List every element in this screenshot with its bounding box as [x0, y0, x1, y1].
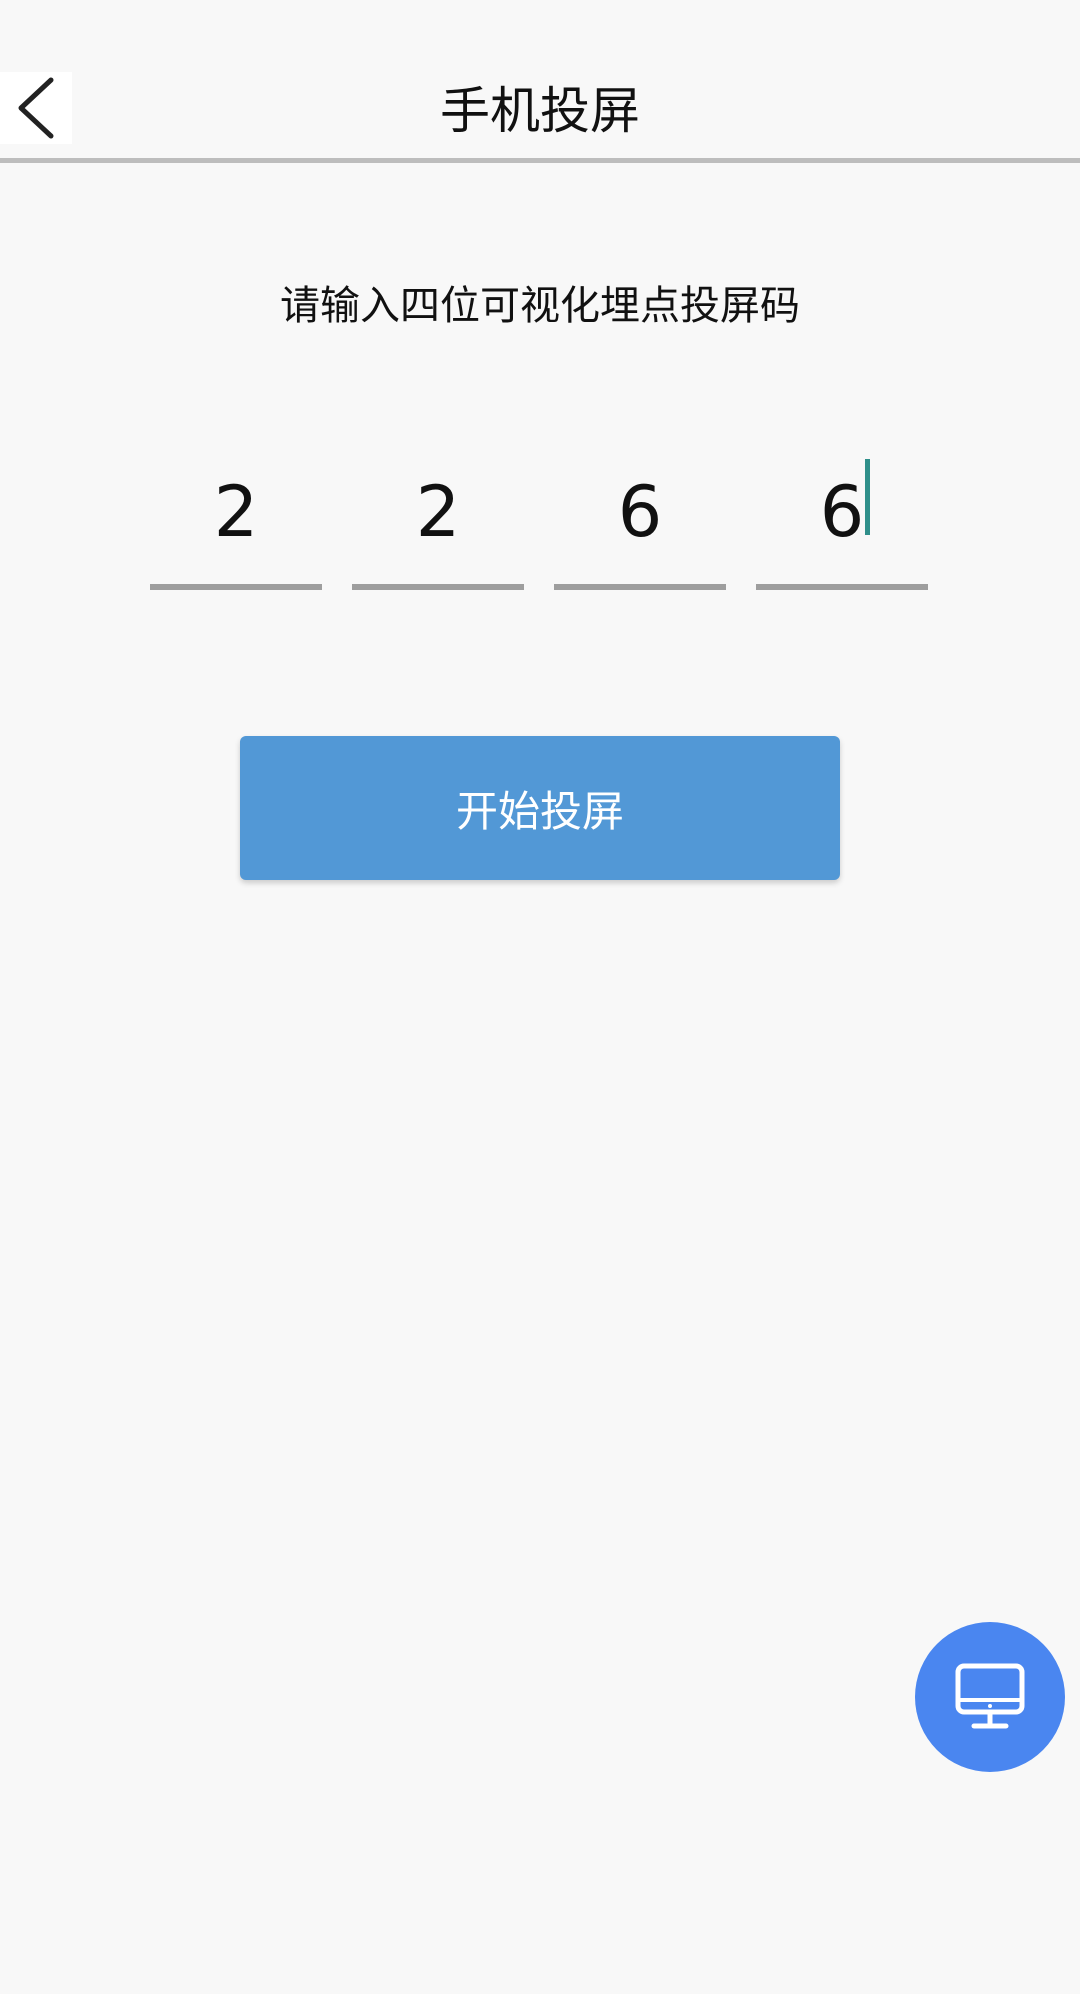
page-title: 手机投屏 [440, 82, 640, 140]
code-digit-underline [756, 584, 928, 590]
code-digit-underline [554, 584, 726, 590]
code-prompt: 请输入四位可视化埋点投屏码 [280, 283, 800, 329]
code-digit-value: 2 [415, 471, 461, 553]
code-digit-field-2[interactable]: 2 [352, 455, 524, 590]
code-digit-field-1[interactable]: 2 [150, 455, 322, 590]
code-digit-value: 6 [617, 471, 663, 553]
code-digit-underline [352, 584, 524, 590]
floating-screen-button[interactable] [915, 1622, 1065, 1772]
code-digit-underline [150, 584, 322, 590]
code-input-row: 2 2 6 6 [150, 455, 930, 590]
code-digit-value: 6 [819, 471, 865, 553]
start-casting-button[interactable]: 开始投屏 [240, 736, 840, 880]
code-digit-value: 2 [213, 471, 259, 553]
code-digit-field-4[interactable]: 6 [756, 455, 928, 590]
monitor-icon [955, 1663, 1025, 1729]
text-cursor [865, 459, 870, 535]
code-digit-field-3[interactable]: 6 [554, 455, 726, 590]
top-app-bar: 手机投屏 [0, 0, 1080, 163]
